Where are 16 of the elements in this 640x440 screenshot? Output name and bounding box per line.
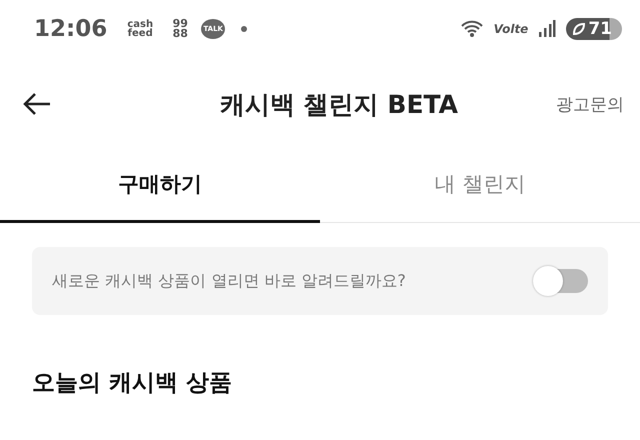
section-title: 오늘의 캐시백 상품 (31, 369, 234, 398)
notice-text: 새로운 캐시백 상품이 열리면 바로 알려드릴까요? (52, 270, 407, 292)
app-logo-icon: 99 88 (169, 19, 192, 39)
tab[interactable]: 구매하기 (0, 150, 320, 223)
signal-icon (538, 20, 556, 38)
back-arrow-icon[interactable] (22, 92, 52, 116)
wifi-icon (460, 19, 484, 39)
clock-time: 12:06 (34, 16, 108, 42)
ad-inquiry-link[interactable]: 광고문의 (556, 92, 624, 116)
page-title: 캐시백 챌린지 BETA (218, 88, 459, 120)
network-label: Volte (494, 22, 528, 36)
notification-toggle[interactable] (532, 265, 590, 297)
tab[interactable]: 내 챌린지 (320, 150, 640, 223)
battery-indicator: 71 (566, 18, 622, 40)
app-logo-icon: cash feed (121, 20, 160, 38)
notification-dot-icon (241, 26, 248, 32)
